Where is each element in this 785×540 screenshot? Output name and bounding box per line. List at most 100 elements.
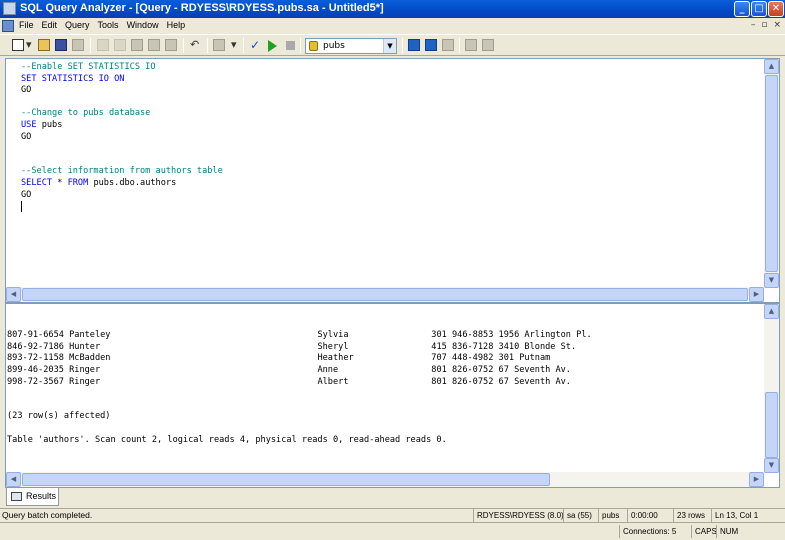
save-icon[interactable] [55, 39, 67, 51]
code-token: --Enable SET STATISTICS IO [21, 62, 156, 72]
current-connection-properties-icon[interactable] [465, 39, 477, 51]
result-cell: 415 836-7128 [431, 341, 499, 352]
menu-edit[interactable]: Edit [42, 20, 58, 30]
paste-icon[interactable] [131, 39, 143, 51]
result-cell: 1956 Arlington Pl. [498, 330, 592, 341]
results-tab-bar: Results [0, 488, 785, 508]
menu-bar: File Edit Query Tools Window Help – ▫ × [0, 18, 785, 34]
menu-window[interactable]: Window [127, 20, 159, 30]
mdi-minimize-button[interactable]: – [751, 20, 756, 30]
status-bar-secondary: Connections: 5 CAPS NUM [0, 522, 785, 540]
code-line[interactable] [21, 143, 223, 155]
results-rows: 807-91-6654 Panteley Sylvia 301 946-8853… [7, 330, 592, 388]
scroll-down-button[interactable]: ▼ [764, 458, 779, 473]
scroll-thumb[interactable] [765, 75, 778, 272]
cancel-execution-icon[interactable] [286, 41, 295, 50]
result-cell: 807-91-6654 [7, 330, 70, 341]
toolbar: ▾ ↶ ▾ ✓ pubs ▼ [0, 34, 785, 56]
result-row: 846-92-7186 Hunter Sheryl 415 836-7128 3… [7, 342, 592, 354]
code-line[interactable]: SELECT * FROM pubs.dbo.authors [21, 178, 223, 190]
scroll-left-button[interactable]: ◀ [6, 472, 21, 487]
menu-file[interactable]: File [19, 20, 34, 30]
database-icon [309, 41, 318, 51]
result-cell: McBadden [69, 353, 318, 364]
find-icon[interactable] [165, 39, 177, 51]
query-text[interactable]: --Enable SET STATISTICS IO SET STATISTICS… [21, 62, 223, 213]
result-cell: Ringer [69, 364, 318, 375]
code-line[interactable]: USE pubs [21, 120, 223, 132]
document-icon[interactable] [2, 20, 14, 32]
object-browser-icon[interactable] [425, 39, 437, 51]
caret-line[interactable] [21, 201, 223, 213]
scroll-thumb[interactable] [22, 288, 748, 301]
cut-icon[interactable] [97, 39, 109, 51]
code-token: * [52, 177, 68, 188]
chevron-down-icon[interactable]: ▾ [231, 39, 243, 51]
menu-tools[interactable]: Tools [98, 20, 119, 30]
display-plan-icon[interactable] [408, 39, 420, 51]
editor-vertical-scrollbar[interactable]: ▲ ▼ [764, 59, 779, 288]
code-token: --Select information from authors table [21, 166, 223, 177]
code-token: GO [21, 131, 32, 142]
close-button[interactable]: ✕ [768, 1, 784, 17]
show-results-pane-icon[interactable] [482, 39, 494, 51]
scroll-thumb[interactable] [22, 473, 550, 486]
insert-template-icon[interactable] [72, 39, 84, 51]
undo-icon[interactable]: ↶ [190, 39, 202, 51]
result-cell: Ringer [69, 376, 318, 387]
scroll-down-button[interactable]: ▼ [764, 273, 779, 288]
status-position: Ln 13, Col 1 [711, 509, 758, 522]
code-line[interactable]: SET STATISTICS IO ON [21, 74, 223, 86]
menu-query[interactable]: Query [65, 20, 90, 30]
chevron-down-icon[interactable]: ▾ [26, 39, 38, 51]
execute-icon[interactable] [268, 40, 277, 52]
copy-icon[interactable] [114, 39, 126, 51]
code-line[interactable] [21, 97, 223, 109]
results-mode-icon[interactable] [213, 39, 225, 51]
tab-results[interactable]: Results [6, 488, 59, 506]
scroll-up-button[interactable]: ▲ [764, 304, 779, 319]
open-icon[interactable] [38, 39, 50, 51]
scroll-up-button[interactable]: ▲ [764, 59, 779, 74]
mdi-close-button[interactable]: × [773, 20, 781, 30]
code-line[interactable]: --Select information from authors table [21, 166, 223, 178]
parse-query-icon[interactable]: ✓ [249, 39, 261, 51]
clear-window-icon[interactable] [148, 39, 160, 51]
code-line[interactable]: --Enable SET STATISTICS IO [21, 62, 223, 74]
code-line[interactable]: GO [21, 85, 223, 97]
database-select[interactable]: pubs ▼ [305, 38, 397, 54]
results-pane[interactable]: 807-91-6654 Panteley Sylvia 301 946-8853… [5, 303, 780, 488]
menu-help[interactable]: Help [167, 20, 186, 30]
result-row: 893-72-1158 McBadden Heather 707 448-498… [7, 353, 592, 365]
results-text[interactable]: 807-91-6654 Panteley Sylvia 301 946-8853… [7, 307, 592, 469]
app-icon[interactable] [3, 2, 16, 15]
chevron-down-icon[interactable]: ▼ [383, 39, 396, 53]
code-line[interactable]: GO [21, 190, 223, 202]
code-token: FROM [67, 177, 89, 188]
mdi-buttons: – ▫ × [751, 20, 781, 30]
result-row: 998-72-3567 Ringer Albert 801 826-0752 6… [7, 377, 592, 389]
result-cell: 67 Seventh Av. [498, 364, 571, 375]
rows-affected: (23 row(s) affected) [7, 411, 111, 422]
code-line[interactable] [21, 155, 223, 167]
statistics-message: Table 'authors'. Scan count 2, logical r… [7, 434, 447, 445]
scroll-left-button[interactable]: ◀ [6, 287, 21, 302]
object-search-icon[interactable] [442, 39, 454, 51]
scroll-right-button[interactable]: ▶ [749, 472, 764, 487]
code-line[interactable]: GO [21, 132, 223, 144]
minimize-button[interactable]: _ [734, 1, 750, 17]
code-token: GO [21, 85, 32, 96]
result-cell: 899-46-2035 [7, 364, 70, 375]
scroll-right-button[interactable]: ▶ [749, 287, 764, 302]
scroll-thumb[interactable] [765, 392, 778, 458]
query-editor[interactable]: --Enable SET STATISTICS IO SET STATISTICS… [5, 58, 780, 303]
maximize-button[interactable]: □ [751, 1, 767, 17]
editor-horizontal-scrollbar[interactable]: ◀ ▶ [6, 287, 764, 302]
code-token: --Change to pubs database [21, 108, 151, 119]
mdi-restore-button[interactable]: ▫ [761, 20, 767, 30]
code-line[interactable]: --Change to pubs database [21, 108, 223, 120]
results-horizontal-scrollbar[interactable]: ◀ ▶ [6, 472, 764, 487]
new-query-icon[interactable] [12, 39, 24, 51]
results-vertical-scrollbar[interactable]: ▲ ▼ [764, 304, 779, 473]
status-database: pubs [598, 509, 619, 522]
